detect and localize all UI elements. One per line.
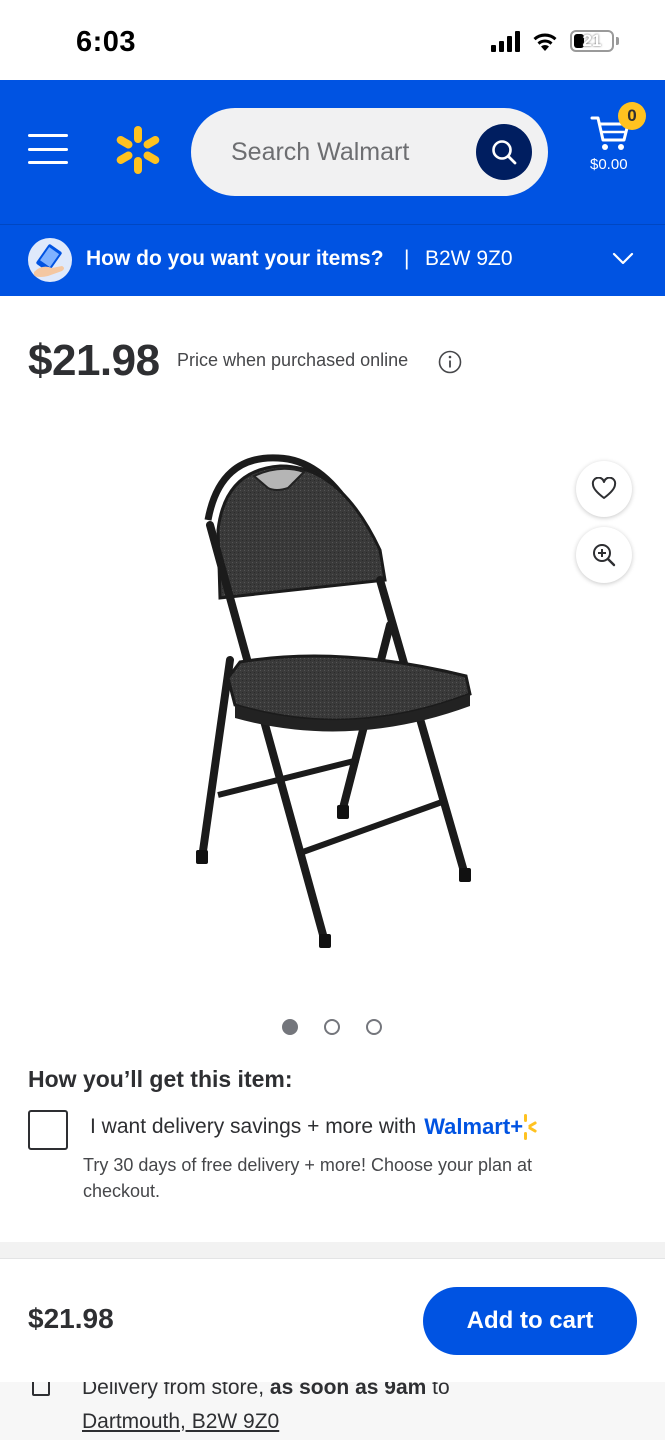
menu-icon[interactable] [28,134,68,164]
delivery-option-text: Delivery from store, as soon as 9am to [82,1382,450,1400]
status-time: 6:03 [76,26,137,58]
fulfillment-separator: | [404,247,410,270]
delivery-option-checkbox[interactable] [32,1382,50,1396]
search-bar [191,108,548,196]
cart-total: $0.00 [590,156,628,173]
carousel-dot-1[interactable] [282,1019,298,1035]
section-divider [0,1242,665,1258]
product-image-folding-chair[interactable] [180,450,490,960]
delivery-option-peek: Delivery from store, as soon as 9am to D… [0,1382,665,1440]
phone-in-hand-icon [28,238,72,282]
product-price: $21.98 [28,336,160,385]
fulfillment-question: How do you want your items? [86,247,384,270]
wifi-icon [533,33,557,51]
walmart-plus-description: Try 30 days of free delivery + more! Cho… [83,1155,533,1201]
walmart-plus-text: I want delivery savings + more with [90,1115,417,1138]
delivery-location-link[interactable]: Dartmouth, B2W 9Z0 [82,1410,279,1434]
search-button[interactable] [476,124,532,180]
add-to-cart-button[interactable]: Add to cart [423,1287,637,1355]
cart-count-badge: 0 [618,102,646,130]
chevron-down-icon[interactable] [612,251,634,267]
postal-code: B2W 9Z0 [425,247,513,270]
spark-icon [524,1114,537,1140]
app-header: 0 $0.00 [0,80,665,224]
walmart-plus-checkbox[interactable] [28,1110,68,1150]
status-icons: 21 [491,30,619,52]
cart-button[interactable]: 0 $0.00 [588,102,646,182]
how-get-title: How you’ll get this item: [28,1066,293,1092]
fulfillment-selector[interactable]: How do you want your items? | B2W 9Z0 [0,224,665,296]
battery-level: 21 [582,31,602,50]
walmart-spark-logo[interactable] [112,124,164,176]
image-carousel-dots [282,1019,382,1035]
carousel-dot-2[interactable] [324,1019,340,1035]
status-bar: 6:03 21 [0,0,665,80]
delivery-prefix: Delivery from store, [82,1382,265,1399]
heart-icon [591,477,617,499]
favorite-button[interactable] [576,461,632,517]
sticky-add-to-cart-bar: $21.98 Add to cart [0,1258,665,1382]
info-icon[interactable] [438,350,462,374]
battery-icon: 21 [570,30,614,52]
zoom-button[interactable] [576,527,632,583]
search-icon [492,140,517,165]
walmart-plus-offer: I want delivery savings + more with Walm… [90,1114,543,1140]
search-input[interactable] [231,108,471,196]
price-note: Price when purchased online [177,350,409,370]
zoom-in-icon [593,544,616,567]
sticky-price: $21.98 [28,1303,114,1334]
cellular-signal-icon [491,30,520,52]
delivery-time: as soon as 9am [269,1382,427,1399]
carousel-dot-3[interactable] [366,1019,382,1035]
delivery-suffix: to [432,1382,450,1399]
walmart-plus-brand: Walmart+ [424,1114,524,1139]
walmart-plus-logo: Walmart+ [424,1114,543,1140]
